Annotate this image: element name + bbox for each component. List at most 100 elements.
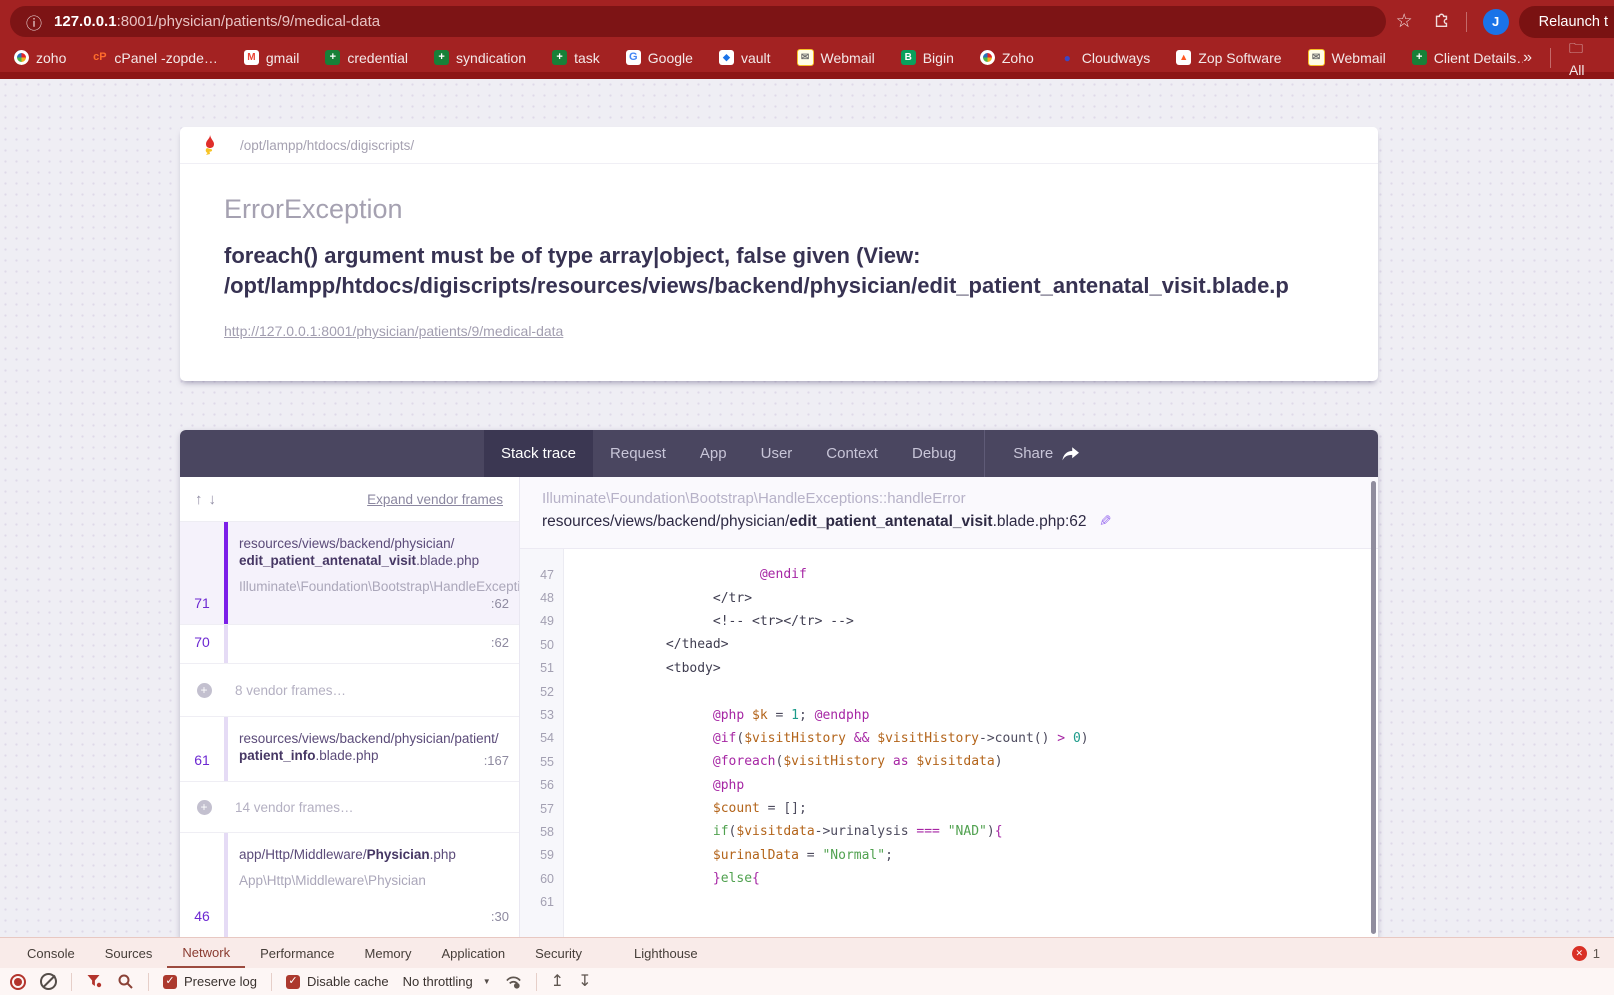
code-scrollbar[interactable] [1371,481,1376,934]
expand-vendor-frames-link[interactable]: Expand vendor frames [367,492,503,507]
code-line-number: 50 [520,633,564,656]
bookmark-item[interactable]: ✉Webmail [1308,49,1386,66]
stack-frame[interactable]: 61 resources/views/backend/physician/pati… [180,717,519,782]
frame-column-number: :30 [491,833,519,937]
preserve-log-checkbox[interactable]: ✓ Preserve log [163,974,257,989]
code-line-text: </thead> [564,637,729,652]
bookmarks-overflow-chevron[interactable]: » [1523,49,1532,67]
bookmark-label: Cloudways [1082,50,1150,66]
bookmark-item[interactable]: ▲Zop Software [1176,50,1281,66]
devtools-tab-sources[interactable]: Sources [90,938,168,968]
code-line: 52 [520,680,1378,703]
code-line-text: }else{ [564,871,760,886]
tab-app[interactable]: App [683,430,744,477]
bookmark-item[interactable]: ●Cloudways [1060,50,1150,66]
code-token: ->urinalysis [815,824,917,839]
all-bookmarks-folder[interactable]: 🗀 All [1569,38,1600,78]
devtools-tab-application[interactable]: Application [426,938,520,968]
prev-frame-arrow-icon[interactable]: ↑ [195,491,203,508]
code-token: ) [1081,731,1089,746]
bookmark-item[interactable]: Zoho [980,50,1034,66]
share-label: Share [1013,445,1053,462]
frame-path-prefix: app/Http/Middleware/ [239,847,367,862]
dropdown-arrow-icon: ▼ [483,977,491,986]
bookmark-item[interactable]: ✉Webmail [797,49,875,66]
project-path: /opt/lampp/htdocs/digiscripts/ [240,138,414,153]
tab-context[interactable]: Context [809,430,895,477]
url-bar[interactable]: ⓘ 127.0.0.1:8001/physician/patients/9/me… [10,6,1386,37]
bookmark-item[interactable]: +Client Details… [1412,50,1523,66]
clear-network-log-button[interactable] [40,973,57,990]
stack-frame[interactable]: 46app/Http/Middleware/Physician.phpApp\H… [180,833,519,938]
throttling-value: No throttling [403,974,473,989]
bookmark-item[interactable]: +task [552,50,600,66]
tab-request[interactable]: Request [593,430,683,477]
bookmark-item[interactable]: zoho [14,50,66,66]
extensions-icon[interactable] [1433,10,1450,33]
code-token: > [1057,731,1065,746]
search-icon[interactable] [117,973,134,990]
bookmark-label: gmail [266,50,299,66]
code-line-number: 56 [520,774,564,797]
vendor-frames-row[interactable]: +14 vendor frames… [180,782,519,833]
bookmark-item[interactable]: +credential [325,50,408,66]
vendor-frames-row[interactable]: +8 vendor frames… [180,664,519,717]
frame-column-number: :62 [491,522,519,624]
frame-description [228,625,491,663]
stack-frames-list: 71resources/views/backend/physician/edit… [180,522,519,938]
bookmark-label: Webmail [1332,50,1386,66]
bookmark-item[interactable]: cPcPanel -zopde… [92,50,218,66]
bookmark-item[interactable]: Mgmail [244,50,299,66]
tab-stack-trace[interactable]: Stack trace [484,430,593,477]
import-har-icon[interactable]: ↥ [551,974,564,990]
edit-in-editor-icon[interactable]: ✎ [1099,512,1112,530]
devtools-tabs-items: ConsoleSourcesNetworkPerformanceMemoryAp… [12,938,713,968]
disable-cache-checkbox[interactable]: ✓ Disable cache [286,974,389,989]
page-info-icon[interactable]: ⓘ [26,10,42,34]
frame-path-prefix: resources/views/backend/physician/patien… [239,730,476,747]
code-line-text: @php [564,778,744,793]
code-line: 47 @endif [520,563,1378,586]
share-button[interactable]: Share [996,430,1096,477]
code-token: $k [752,708,768,723]
throttling-dropdown[interactable]: No throttling ▼ [403,974,491,989]
toolbar-divider [71,973,72,991]
frame-class: Illuminate\Foundation\Bootstrap\HandleEx… [239,578,483,595]
next-frame-arrow-icon[interactable]: ↓ [209,491,217,508]
devtools-tab-security[interactable]: Security [520,938,597,968]
frame-line-number: 61 [180,717,224,781]
network-conditions-icon[interactable] [505,973,522,990]
frame-path-file: patient_info [239,748,316,763]
filter-icon[interactable] [86,973,103,990]
profile-avatar[interactable]: J [1483,9,1509,35]
bookmark-star-icon[interactable]: ☆ [1396,10,1413,33]
devtools-tab-console[interactable]: Console [12,938,90,968]
bookmark-item[interactable]: GGoogle [626,50,693,66]
stack-frame[interactable]: 71resources/views/backend/physician/edit… [180,522,519,625]
request-url-link[interactable]: http://127.0.0.1:8001/physician/patients… [224,323,563,339]
tab-user[interactable]: User [744,430,810,477]
code-token: ) [987,824,995,839]
devtools-tab-memory[interactable]: Memory [350,938,427,968]
export-har-icon[interactable]: ↧ [578,974,591,990]
relaunch-button[interactable]: Relaunch t [1519,6,1614,38]
bookmark-item[interactable]: ◆vault [719,50,771,66]
record-network-log-button[interactable] [10,974,26,990]
code-token: ->count() [979,731,1057,746]
devtools-tab-performance[interactable]: Performance [245,938,349,968]
frame-path-suffix: .blade.php [416,553,479,568]
tab-debug[interactable]: Debug [895,430,973,477]
code-pane: Illuminate\Foundation\Bootstrap\HandleEx… [520,477,1378,938]
code-line-number: 58 [520,820,564,843]
exception-card-body: ErrorException foreach() argument must b… [180,164,1378,341]
bookmark-label: Zop Software [1198,50,1281,66]
code-line-text: @if($visitHistory && $visitHistory->coun… [564,731,1089,746]
bookmark-item[interactable]: +syndication [434,50,526,66]
code-token: </tr> [713,591,752,606]
devtools-tab-lighthouse[interactable]: Lighthouse [619,938,713,968]
devtools-tab-network[interactable]: Network [167,938,245,968]
devtools-error-badge[interactable]: ✕ 1 [1572,938,1614,968]
plus-circle-icon: + [197,683,212,698]
bookmark-item[interactable]: BBigin [901,50,954,66]
stack-frame[interactable]: 70:62 [180,625,519,664]
